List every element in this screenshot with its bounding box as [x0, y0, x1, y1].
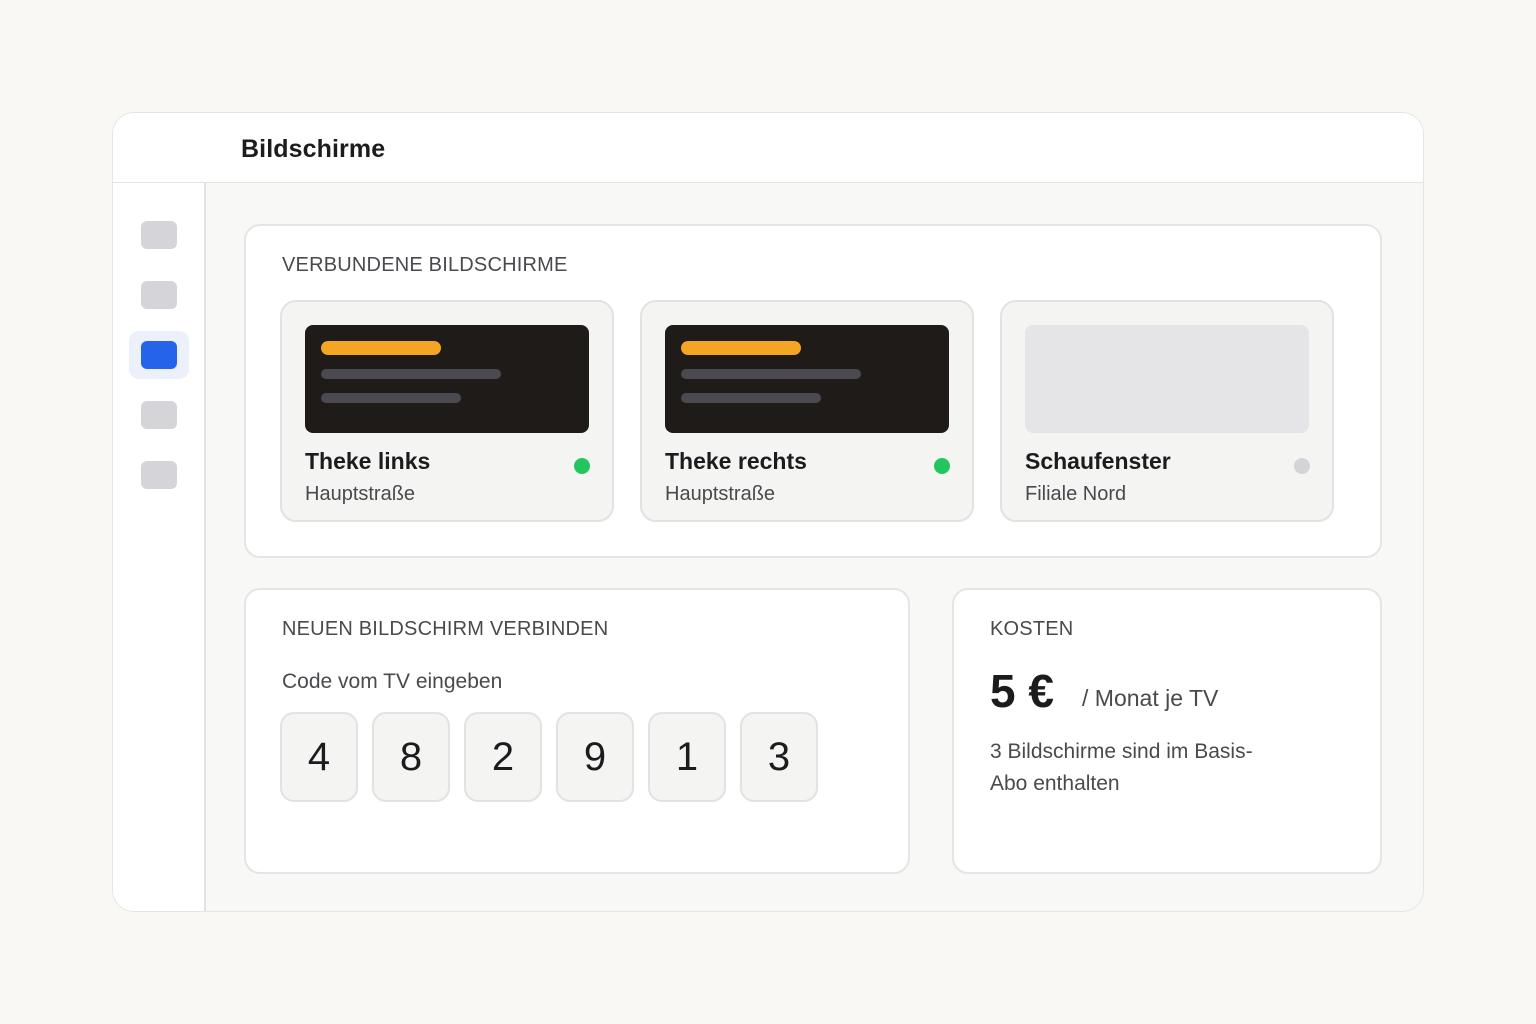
connected-screens-heading: VERBUNDENE BILDSCHIRME: [282, 254, 568, 276]
code-digit-input[interactable]: 9: [556, 712, 634, 802]
screen-name: Schaufenster: [1025, 448, 1171, 474]
preview-line: [321, 369, 501, 379]
screen-preview: [305, 325, 589, 433]
connected-screens-panel: VERBUNDENE BILDSCHIRME Theke links Haupt…: [244, 224, 1382, 558]
nav-icon: [141, 461, 177, 489]
screen-preview: [665, 325, 949, 433]
code-input-label: Code vom TV eingeben: [282, 670, 503, 693]
code-digit-input[interactable]: 1: [648, 712, 726, 802]
sidebar: [113, 183, 206, 911]
status-offline-dot: [1294, 458, 1310, 474]
price-unit: / Monat je TV: [1082, 685, 1219, 711]
nav-item-screens[interactable]: [129, 331, 189, 379]
screen-preview-empty: [1025, 325, 1309, 433]
screen-location: Filiale Nord: [1025, 483, 1127, 505]
code-digit-input[interactable]: 8: [372, 712, 450, 802]
code-digit-input[interactable]: 4: [280, 712, 358, 802]
preview-line: [681, 393, 821, 403]
code-digit-input[interactable]: 2: [464, 712, 542, 802]
screen-card[interactable]: Schaufenster Filiale Nord: [1000, 300, 1334, 522]
preview-line: [681, 369, 861, 379]
costs-panel: KOSTEN 5 € / Monat je TV 3 Bildschirme s…: [952, 588, 1382, 874]
screen-nav-icon: [141, 341, 177, 369]
code-digit-input[interactable]: 3: [740, 712, 818, 802]
costs-heading: KOSTEN: [990, 618, 1074, 640]
nav-item-4[interactable]: [129, 391, 189, 439]
nav-item-5[interactable]: [129, 451, 189, 499]
preview-line: [321, 393, 461, 403]
preview-highlight-bar: [321, 341, 441, 355]
nav-icon: [141, 221, 177, 249]
nav-icon: [141, 401, 177, 429]
screen-name: Theke rechts: [665, 448, 807, 474]
screen-location: Hauptstraße: [665, 483, 776, 505]
status-online-dot: [574, 458, 590, 474]
app-window: Bildschirme VERBUNDENE BILDSCHIRME Theke…: [112, 112, 1424, 912]
page-title: Bildschirme: [241, 135, 386, 163]
status-online-dot: [934, 458, 950, 474]
screen-card[interactable]: Theke links Hauptstraße: [280, 300, 614, 522]
screen-card[interactable]: Theke rechts Hauptstraße: [640, 300, 974, 522]
price-note: 3 Bildschirme sind im Basis-Abo enthalte…: [990, 740, 1253, 795]
nav-icon: [141, 281, 177, 309]
nav-item-2[interactable]: [129, 271, 189, 319]
screen-location: Hauptstraße: [305, 483, 416, 505]
main-content: VERBUNDENE BILDSCHIRME Theke links Haupt…: [206, 183, 1423, 911]
preview-highlight-bar: [681, 341, 801, 355]
price-value: 5 €: [990, 665, 1054, 717]
connect-screen-panel: NEUEN BILDSCHIRM VERBINDEN Code vom TV e…: [244, 588, 910, 874]
nav-item-1[interactable]: [129, 211, 189, 259]
screen-name: Theke links: [305, 448, 431, 474]
top-bar: Bildschirme: [113, 113, 1423, 183]
connect-screen-heading: NEUEN BILDSCHIRM VERBINDEN: [282, 618, 609, 640]
